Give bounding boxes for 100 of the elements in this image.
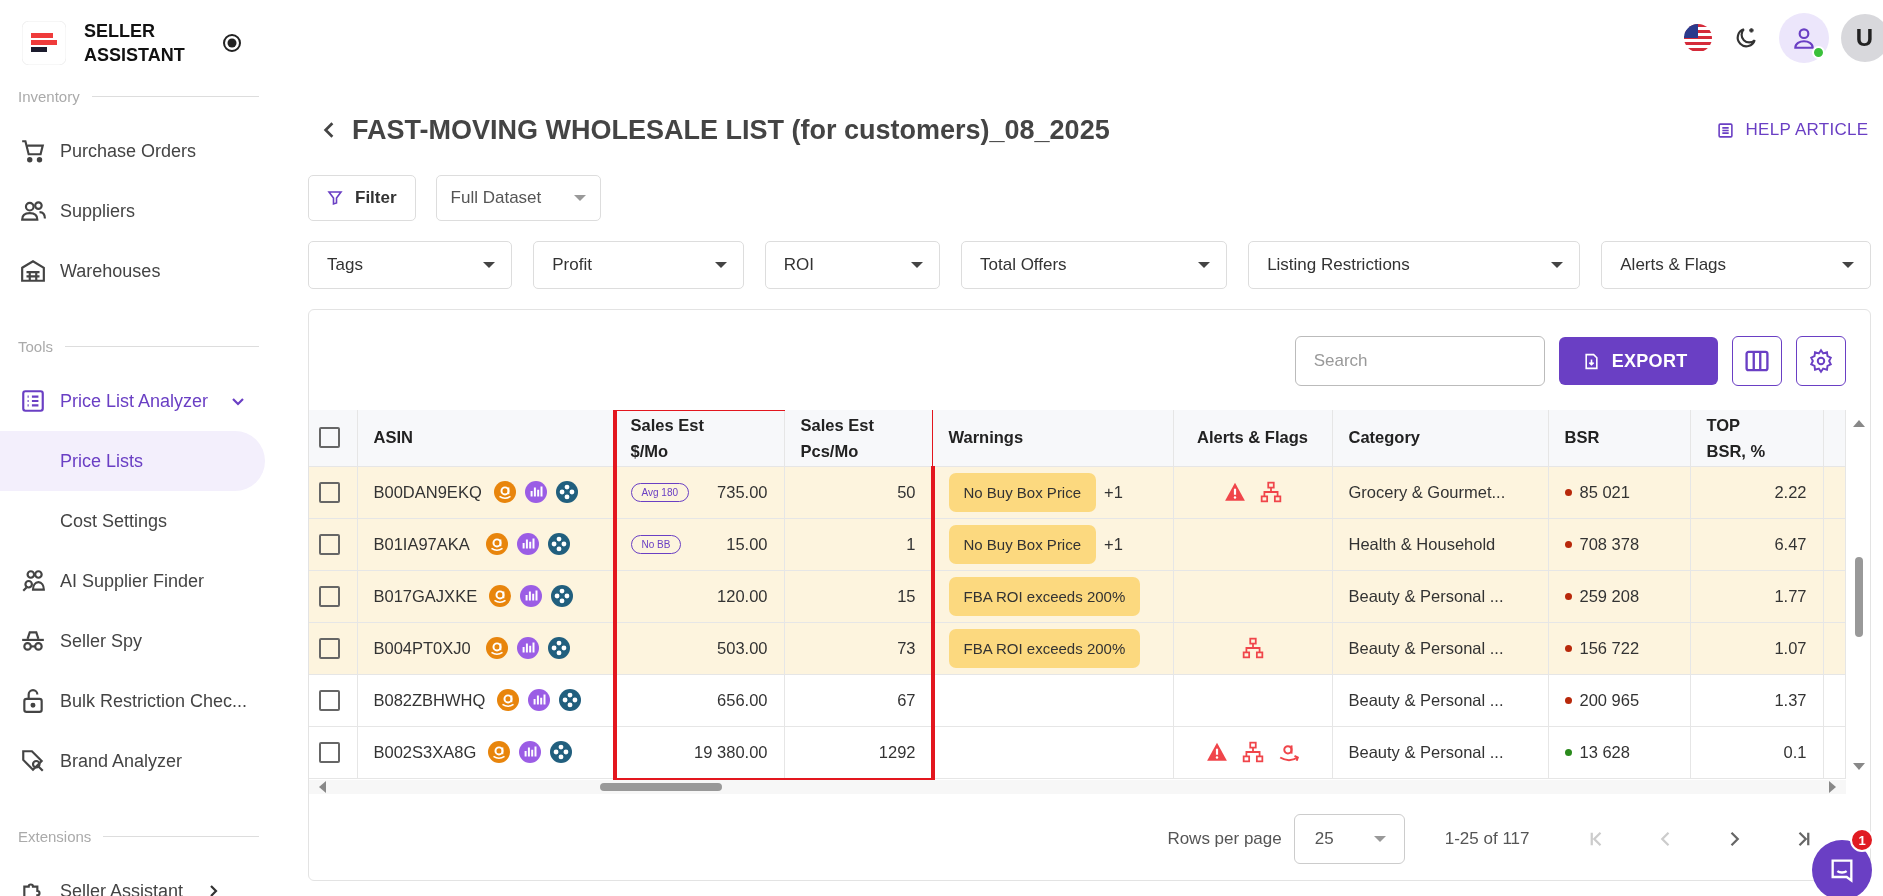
profile-button[interactable] (1778, 13, 1829, 63)
page-title: FAST-MOVING WHOLESALE LIST (for customers)_08_2025 (352, 114, 1111, 146)
column-header[interactable]: Category (1348, 428, 1421, 447)
list-icon (20, 388, 46, 414)
dots-icon[interactable] (547, 533, 570, 555)
top-bsr: 1.37 (1774, 690, 1807, 709)
columns-button[interactable] (1731, 336, 1782, 386)
top-bsr: 2.22 (1774, 482, 1807, 501)
filter-dropdown[interactable]: Listing Restrictions (1248, 241, 1581, 289)
chart-icon[interactable] (524, 481, 547, 503)
asin[interactable]: B004PT0XJ0 (373, 638, 471, 658)
sales-count: 15 (897, 586, 916, 605)
sidebar-subitem[interactable]: Price Lists (0, 431, 265, 491)
top-bsr: 1.07 (1774, 638, 1807, 657)
sidebar-subitem[interactable]: Cost Settings (0, 491, 265, 551)
settings-button[interactable] (1795, 336, 1846, 386)
horizontal-scrollbar[interactable] (309, 780, 1846, 794)
asin[interactable]: B082ZBHWHQ (373, 690, 486, 710)
sidebar-item[interactable]: Suppliers (0, 181, 265, 241)
help-article-link[interactable]: HELP ARTICLE (1716, 120, 1869, 140)
section-title: Tools (18, 337, 54, 355)
sales-count: 67 (897, 690, 916, 709)
chart-icon[interactable] (528, 689, 551, 711)
tag-search-icon (20, 748, 46, 774)
rows-per-page-select[interactable]: 25 (1293, 814, 1405, 864)
column-header[interactable]: ASIN (373, 428, 413, 447)
chart-icon[interactable] (516, 533, 539, 555)
section-title: Inventory (18, 87, 80, 105)
sidebar-item[interactable]: Seller Assistant (0, 861, 265, 896)
filter-icon (327, 190, 343, 206)
filter-dropdown[interactable]: Total Offers (961, 241, 1228, 289)
dots-icon[interactable] (550, 741, 573, 763)
warning-tag: No Buy Box Price (948, 472, 1097, 512)
rows-per-page-label: Rows per page (1167, 829, 1282, 849)
people-search-icon (20, 568, 46, 594)
user-avatar[interactable]: U (1840, 14, 1883, 62)
sales-value: 656.00 (717, 690, 768, 710)
cart-icon (20, 138, 46, 164)
chart-icon[interactable] (520, 585, 543, 607)
spy-icon (20, 628, 46, 654)
hierarchy-icon (1241, 741, 1264, 763)
page-range: 1-25 of 117 (1444, 829, 1530, 849)
dots-icon[interactable] (551, 585, 574, 607)
bsr-value: 156 722 (1579, 638, 1640, 658)
hierarchy-icon (1241, 637, 1264, 659)
sales-count: 73 (897, 638, 916, 657)
list-icon (1716, 121, 1734, 139)
radio-icon[interactable] (222, 33, 242, 53)
asin[interactable]: B01IA97AKA (373, 534, 470, 554)
sales-value: 15.00 (726, 534, 768, 554)
sidebar-item[interactable]: Purchase Orders (0, 121, 265, 181)
bsr-value: 85 021 (1579, 482, 1630, 502)
sidebar-item[interactable]: Price List Analyzer (0, 371, 265, 431)
lock-icon (20, 688, 46, 714)
column-header[interactable]: Warnings (948, 428, 1024, 447)
bsr-value: 259 208 (1579, 586, 1640, 606)
category: Health & Household (1348, 534, 1496, 553)
chart-icon[interactable] (519, 741, 542, 763)
dots-icon[interactable] (547, 637, 570, 659)
sales-value: 735.00 (717, 482, 768, 502)
filter-dropdown[interactable]: ROI (764, 241, 940, 289)
sidebar-item[interactable]: Bulk Restriction Chec... (0, 671, 265, 731)
hierarchy-icon (1259, 481, 1282, 503)
settings-icon (1807, 348, 1834, 374)
row-checkbox[interactable] (319, 689, 340, 711)
filter-button[interactable]: Filter (308, 175, 416, 221)
asin[interactable]: B00DAN9EKQ (373, 482, 482, 502)
us-flag-icon[interactable] (1682, 23, 1713, 53)
row-checkbox[interactable] (319, 585, 340, 607)
dataset-select[interactable]: Full Dataset (435, 175, 601, 221)
row-checkbox[interactable] (319, 637, 340, 659)
sales-count: 1 (906, 534, 916, 553)
warning-tag: FBA ROI exceeds 200% (948, 628, 1141, 668)
asin[interactable]: B017GAJXKE (373, 586, 478, 606)
warehouse-icon (20, 258, 46, 284)
filter-dropdown[interactable]: Alerts & Flags (1601, 241, 1871, 289)
asin[interactable]: B002S3XA8G (373, 742, 477, 762)
sidebar-item[interactable]: AI Supplier Finder (0, 551, 265, 611)
row-checkbox[interactable] (319, 481, 340, 503)
sidebar-item[interactable]: Brand Analyzer (0, 731, 265, 791)
export-button[interactable]: EXPORT (1558, 337, 1718, 385)
filter-dropdown[interactable]: Tags (308, 241, 513, 289)
column-header[interactable]: BSR (1564, 428, 1600, 447)
dots-icon[interactable] (559, 689, 582, 711)
sales-value: 120.00 (717, 586, 768, 606)
row-checkbox[interactable] (319, 533, 340, 555)
sales-count: 1292 (878, 742, 916, 761)
warning-tag: FBA ROI exceeds 200% (948, 576, 1141, 616)
warning-tag: No Buy Box Price (948, 524, 1097, 564)
more-count: +1 (1104, 482, 1123, 502)
select-all-checkbox[interactable] (319, 427, 340, 449)
dots-icon[interactable] (555, 481, 578, 503)
chart-icon[interactable] (516, 637, 539, 659)
sidebar-item[interactable]: Seller Spy (0, 611, 265, 671)
row-checkbox[interactable] (319, 741, 340, 763)
search-field[interactable]: Search (1294, 336, 1545, 386)
logo-icon (22, 21, 66, 65)
filter-dropdown[interactable]: Profit (533, 241, 744, 289)
people-icon (20, 198, 46, 224)
sidebar-item[interactable]: Warehouses (0, 241, 265, 301)
